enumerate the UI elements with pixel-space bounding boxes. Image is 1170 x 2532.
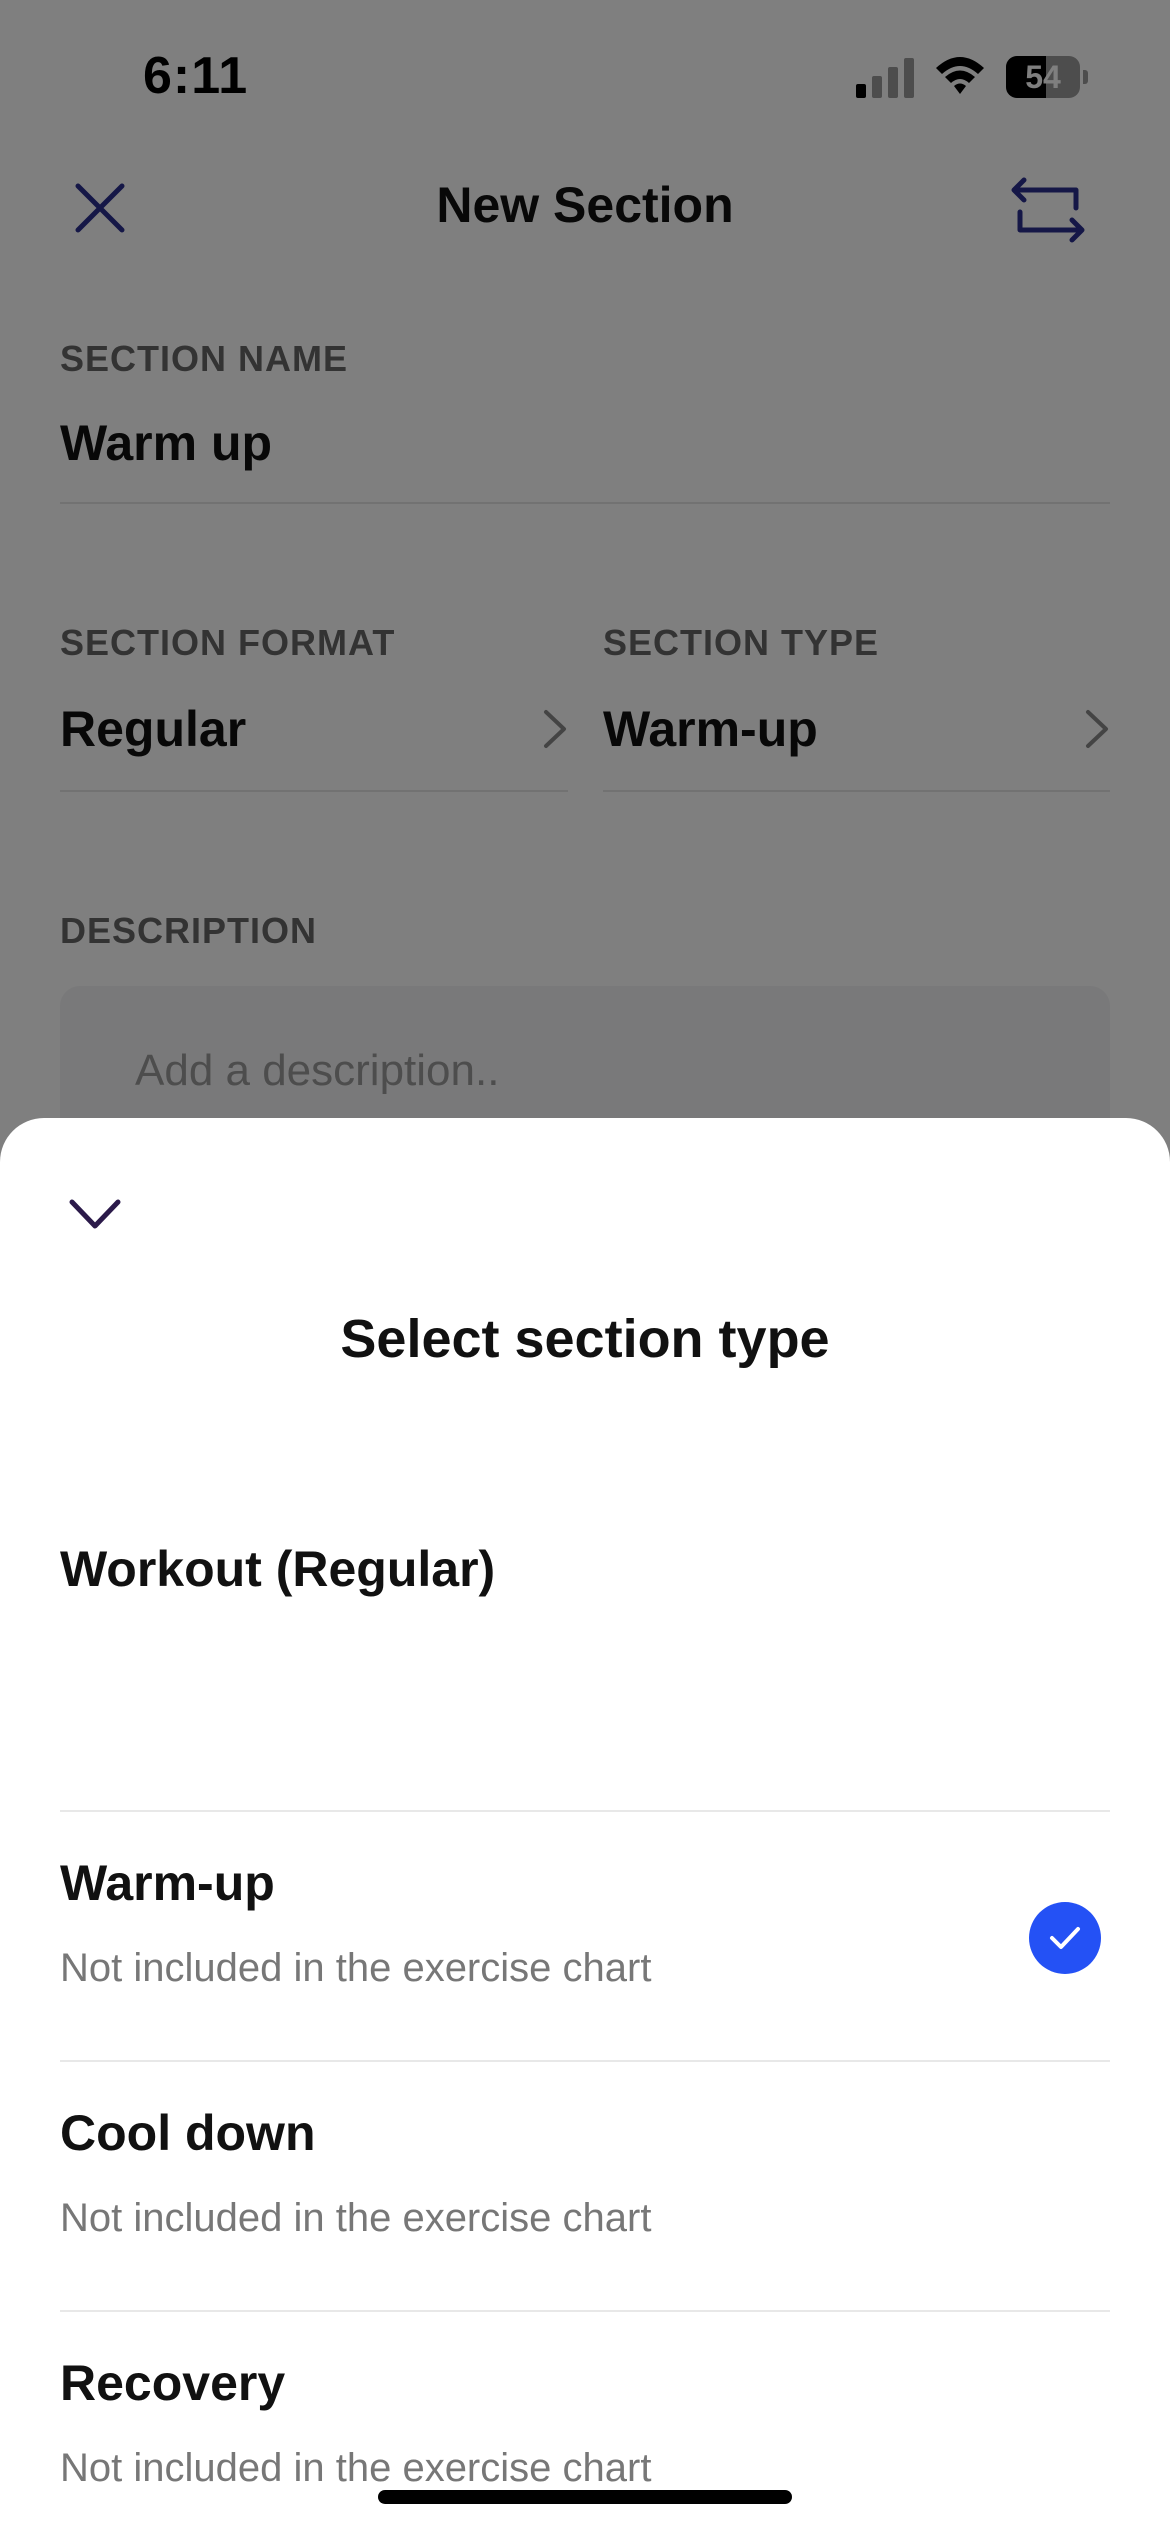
sheet-title: Select section type	[340, 1309, 830, 1369]
option-title: Cool down	[60, 2105, 316, 2161]
option-warm-up[interactable]: Warm-up Not included in the exercise cha…	[60, 1812, 1110, 2062]
option-subtitle: Not included in the exercise chart	[60, 2446, 652, 2490]
selected-check-icon	[1029, 1902, 1101, 1974]
chevron-down-icon[interactable]	[66, 1194, 124, 1234]
option-cool-down[interactable]: Cool down Not included in the exercise c…	[60, 2062, 1110, 2312]
option-subtitle: Not included in the exercise chart	[60, 2196, 652, 2240]
option-title: Warm-up	[60, 1855, 275, 1911]
option-subtitle: Not included in the exercise chart	[60, 1946, 652, 1990]
section-type-sheet: Select section type Workout (Regular) Wa…	[0, 1118, 1170, 2532]
home-indicator[interactable]	[378, 2490, 792, 2504]
option-title: Recovery	[60, 2355, 286, 2411]
option-workout-regular[interactable]: Workout (Regular)	[60, 1510, 1110, 1812]
option-title: Workout (Regular)	[60, 1541, 496, 1597]
